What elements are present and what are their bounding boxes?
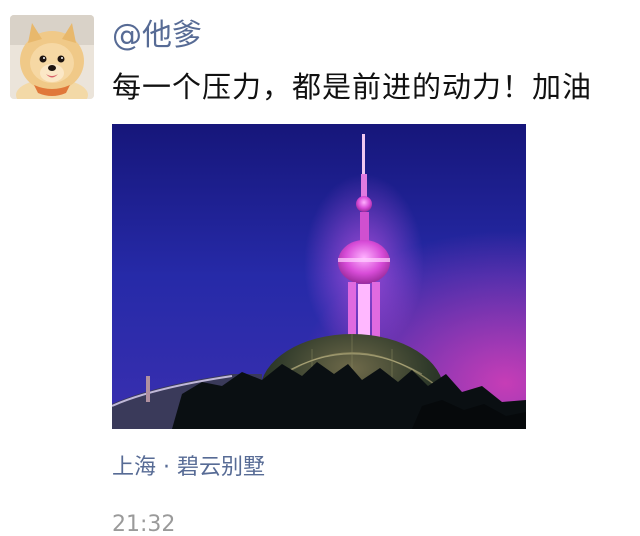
location-link[interactable]: 上海 · 碧云别墅	[112, 452, 265, 484]
oriental-pearl-tower-night-photo	[112, 124, 526, 429]
post-photo[interactable]	[112, 124, 526, 429]
username-link[interactable]: @他爹	[112, 16, 202, 56]
moment-post: @他爹 每一个压力，都是前进的动力！加油 上海 · 碧云别墅 21:32	[0, 0, 640, 536]
post-text: 每一个压力，都是前进的动力！加油	[112, 70, 593, 104]
post-time: 21:32	[112, 512, 176, 536]
avatar[interactable]	[10, 15, 94, 99]
pomeranian-dog-avatar	[10, 15, 94, 99]
